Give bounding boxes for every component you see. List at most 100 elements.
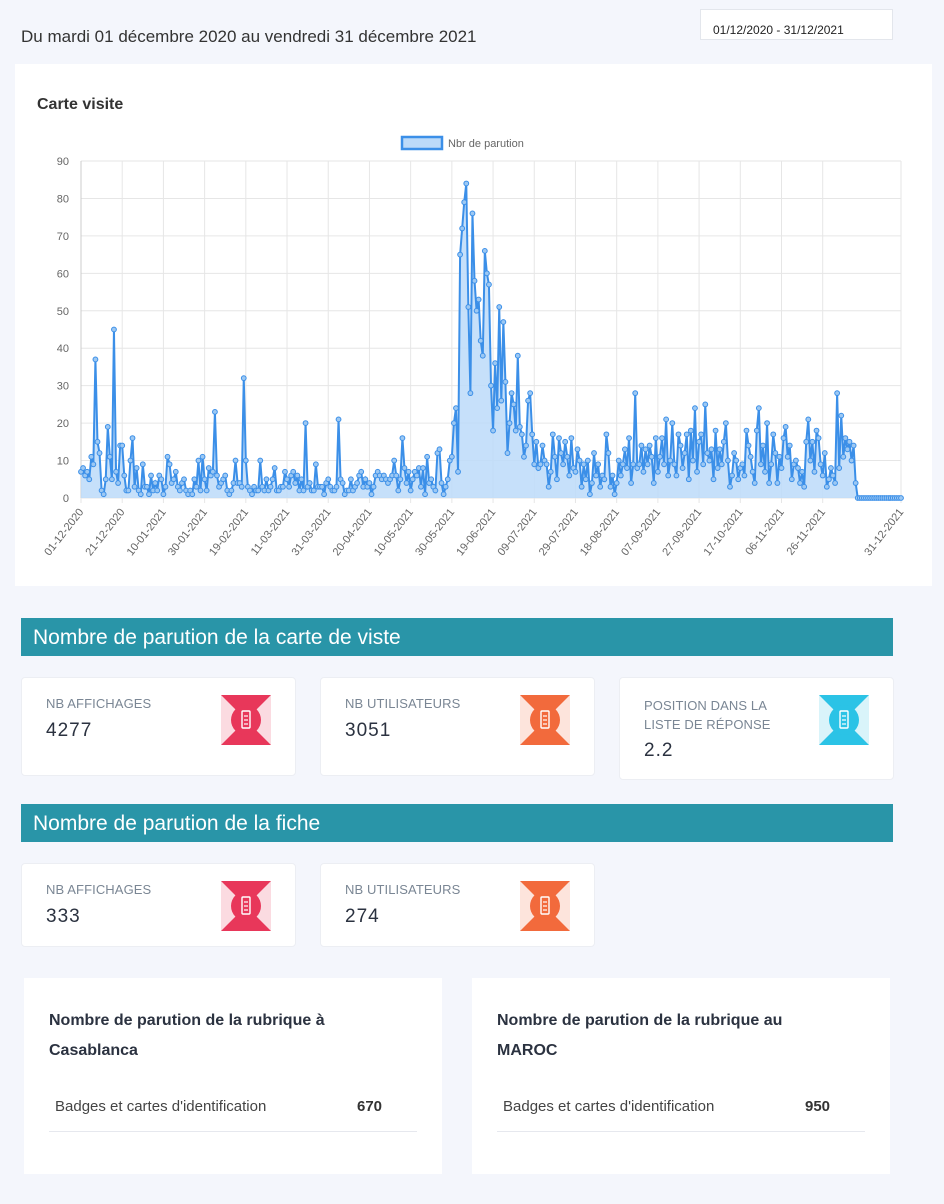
data-point[interactable] — [523, 442, 529, 449]
data-point[interactable] — [418, 483, 424, 490]
data-point[interactable] — [749, 468, 756, 475]
data-point[interactable] — [617, 472, 624, 479]
data-point[interactable] — [642, 446, 649, 453]
data-point[interactable] — [803, 438, 810, 445]
data-point[interactable] — [240, 375, 247, 382]
data-point[interactable] — [203, 487, 210, 494]
data-point[interactable] — [232, 457, 239, 464]
data-point[interactable] — [502, 379, 509, 385]
data-point[interactable] — [393, 472, 400, 479]
data-point[interactable] — [201, 476, 208, 483]
data-point[interactable] — [659, 435, 665, 441]
data-point[interactable] — [422, 491, 428, 498]
data-point[interactable] — [152, 480, 159, 486]
data-point[interactable] — [539, 442, 546, 449]
data-point[interactable] — [718, 461, 725, 468]
data-point[interactable] — [463, 180, 470, 187]
data-point[interactable] — [519, 431, 525, 438]
data-point[interactable] — [562, 438, 569, 445]
data-point[interactable] — [481, 247, 488, 254]
data-point[interactable] — [576, 457, 583, 464]
data-point[interactable] — [694, 468, 700, 475]
data-point[interactable] — [504, 450, 511, 456]
data-point[interactable] — [685, 476, 692, 483]
data-point[interactable] — [679, 465, 686, 471]
data-point[interactable] — [543, 461, 550, 468]
data-point[interactable] — [698, 431, 705, 438]
data-point[interactable] — [609, 472, 616, 479]
data-point[interactable] — [731, 450, 738, 456]
data-point[interactable] — [768, 461, 775, 468]
data-point[interactable] — [799, 468, 806, 475]
data-point[interactable] — [131, 483, 138, 490]
data-point[interactable] — [793, 457, 799, 464]
data-point[interactable] — [842, 435, 849, 441]
data-point[interactable] — [267, 483, 274, 490]
data-point[interactable] — [797, 480, 803, 486]
data-point[interactable] — [298, 476, 305, 483]
data-point[interactable] — [591, 450, 597, 456]
data-point[interactable] — [545, 483, 552, 490]
data-point[interactable] — [424, 453, 431, 460]
data-point[interactable] — [601, 476, 608, 483]
data-point[interactable] — [506, 420, 513, 427]
data-point[interactable] — [556, 435, 562, 441]
data-point[interactable] — [622, 446, 628, 453]
data-point[interactable] — [830, 472, 836, 479]
data-point[interactable] — [104, 423, 111, 430]
data-point[interactable] — [817, 461, 824, 468]
data-point[interactable] — [407, 487, 414, 494]
data-point[interactable] — [106, 453, 113, 460]
data-point[interactable] — [459, 225, 466, 232]
data-point[interactable] — [636, 461, 643, 468]
data-point[interactable] — [780, 435, 787, 441]
data-point[interactable] — [708, 446, 715, 453]
data-point[interactable] — [129, 435, 136, 441]
data-point[interactable] — [832, 480, 838, 486]
data-point[interactable] — [164, 453, 171, 460]
data-point[interactable] — [687, 427, 694, 434]
data-point[interactable] — [195, 457, 202, 464]
data-point[interactable] — [521, 453, 527, 460]
data-point[interactable] — [657, 453, 663, 460]
data-point[interactable] — [133, 465, 140, 471]
data-point[interactable] — [593, 472, 599, 479]
data-point[interactable] — [564, 453, 571, 460]
data-point[interactable] — [852, 480, 859, 486]
data-point[interactable] — [413, 472, 420, 479]
data-point[interactable] — [823, 483, 830, 490]
data-point[interactable] — [673, 472, 680, 479]
data-point[interactable] — [776, 453, 783, 460]
data-point[interactable] — [306, 480, 313, 486]
data-point[interactable] — [626, 435, 632, 441]
data-point[interactable] — [751, 480, 758, 486]
data-point[interactable] — [547, 468, 554, 475]
data-point[interactable] — [809, 438, 816, 445]
data-point[interactable] — [409, 476, 416, 483]
data-point[interactable] — [558, 450, 564, 456]
data-point[interactable] — [741, 472, 748, 479]
data-point[interactable] — [162, 483, 169, 490]
data-point[interactable] — [531, 461, 538, 468]
data-point[interactable] — [395, 487, 402, 494]
data-point[interactable] — [735, 476, 742, 483]
data-point[interactable] — [255, 487, 262, 494]
data-point[interactable] — [160, 491, 167, 498]
data-point[interactable] — [189, 491, 196, 498]
data-point[interactable] — [111, 326, 117, 333]
data-point[interactable] — [572, 468, 579, 475]
data-point[interactable] — [788, 476, 795, 483]
data-point[interactable] — [354, 480, 360, 486]
data-point[interactable] — [516, 423, 523, 430]
data-point[interactable] — [269, 476, 276, 483]
data-point[interactable] — [764, 420, 770, 427]
data-point[interactable] — [743, 427, 750, 434]
data-point[interactable] — [745, 442, 752, 449]
data-point[interactable] — [815, 435, 822, 441]
data-point[interactable] — [80, 465, 86, 471]
data-point[interactable] — [766, 480, 773, 486]
data-point[interactable] — [801, 483, 808, 490]
data-point[interactable] — [821, 450, 828, 456]
data-point[interactable] — [760, 442, 766, 449]
data-point[interactable] — [838, 412, 845, 419]
